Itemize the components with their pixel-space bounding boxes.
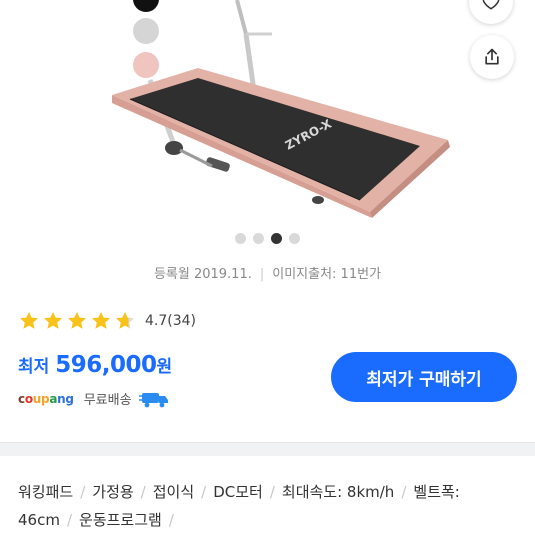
coupang-logo: coupang: [18, 392, 74, 406]
spec-list: 워킹패드 / 가정용 / 접이식 / DC모터 / 최대속도: 8km/h / 벨트폭: 46cm /…: [18, 478, 518, 534]
share-icon: [485, 48, 499, 65]
spec-separator: /: [168, 511, 174, 529]
share-button[interactable]: [470, 35, 514, 79]
coupang-logo-letter: c: [18, 391, 25, 406]
coupang-logo-letter: o: [24, 391, 33, 406]
spec-item: DC모터: [213, 483, 263, 501]
free-shipping: 무료배송: [83, 393, 132, 408]
image-source: 이미지출처: 11번가: [272, 267, 382, 282]
price-value: 596,000: [55, 352, 157, 378]
rating[interactable]: 4.7 (34): [18, 310, 196, 332]
meta-separator: |: [259, 267, 265, 282]
spec-separator: /: [201, 483, 207, 501]
pagination-dot-active[interactable]: [271, 233, 282, 244]
star-partial-icon: [116, 311, 134, 329]
treadmill-deck: [112, 68, 450, 218]
buy-lowest-price-button[interactable]: 최저가 구매하기: [331, 352, 517, 402]
product-image-area[interactable]: ZYRO-X: [0, 0, 535, 220]
spec-separator: /: [140, 483, 146, 501]
spec-item: 접이식: [152, 483, 195, 501]
star-full-icon: [20, 311, 38, 329]
coupang-logo-letter: g: [65, 391, 74, 406]
product-image: ZYRO-X: [112, 0, 450, 218]
pagination-dot[interactable]: [289, 233, 300, 244]
section-divider: [0, 442, 535, 456]
pagination-dot[interactable]: [235, 233, 246, 244]
spec-item: 최대속도: 8km/h: [281, 483, 395, 501]
price-label: 최저: [18, 357, 50, 377]
spec-separator: /: [66, 511, 73, 529]
price-unit: 원: [156, 357, 173, 377]
star-full-icon: [44, 311, 62, 329]
heart-icon: [482, 0, 500, 10]
spec-separator: /: [269, 483, 275, 501]
rating-score: 4.7: [145, 313, 168, 329]
coupang-logo-letter: a: [49, 391, 58, 406]
spec-item: 운동프로그램: [79, 511, 162, 529]
seller-info[interactable]: coupang 무료배송: [18, 389, 169, 408]
pagination-dot[interactable]: [253, 233, 264, 244]
star-rating: [18, 310, 136, 332]
spec-item: 워킹패드: [18, 483, 74, 501]
review-count[interactable]: (34): [167, 313, 196, 329]
rocket-delivery-icon: [138, 392, 168, 407]
star-full-icon: [68, 311, 86, 329]
registered-date: 등록월 2019.11.: [153, 267, 252, 282]
image-pagination: [0, 233, 535, 244]
lowest-price: 최저 596,000 원: [18, 352, 172, 378]
star-full-icon: [92, 311, 110, 329]
spec-separator: /: [80, 483, 86, 501]
coupang-logo-letter: u: [32, 391, 42, 406]
product-meta: 등록월 2019.11. | 이미지출처: 11번가: [0, 263, 535, 282]
spec-separator: /: [401, 483, 407, 501]
spec-item: 가정용: [92, 483, 134, 501]
